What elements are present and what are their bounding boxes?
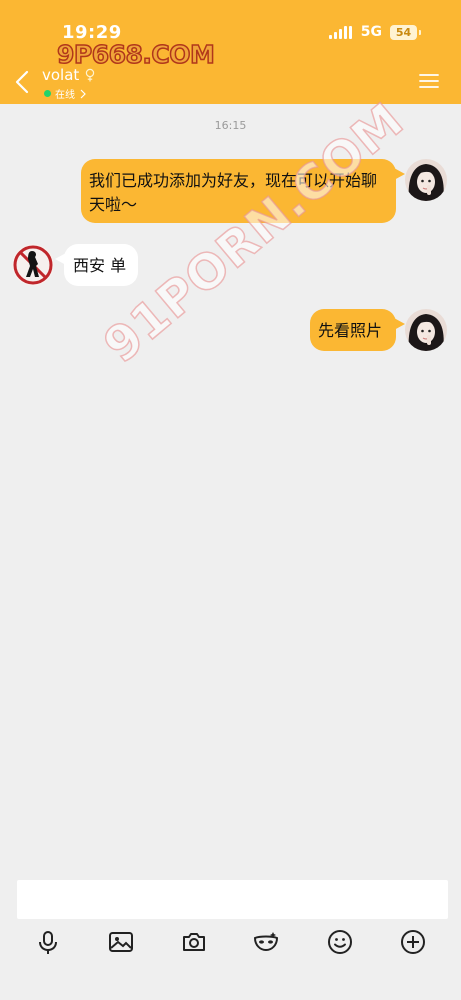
emoji-button[interactable] (326, 928, 354, 956)
chevron-right-icon (80, 89, 86, 98)
my-avatar[interactable] (405, 309, 447, 351)
message-input[interactable] (17, 880, 448, 919)
message-bubble-incoming[interactable]: 西安 单 (55, 244, 138, 286)
chat-header: 19:29 9P668.COM 5G 54 volat 在线 (0, 0, 461, 104)
online-label: 在线 (55, 90, 75, 101)
online-status[interactable]: 在线 (44, 86, 87, 101)
more-button[interactable] (399, 928, 427, 956)
emoji-icon (328, 930, 352, 954)
camera-icon (183, 933, 205, 951)
user-avatar-photo (405, 309, 447, 351)
mask-button[interactable] (252, 928, 280, 956)
watermark-top: 9P668.COM (56, 39, 215, 70)
contact-avatar[interactable] (12, 244, 54, 286)
message-bubble-outgoing[interactable]: 先看照片 (310, 309, 405, 351)
gender-icon (86, 68, 95, 82)
battery-icon: 54 (390, 24, 421, 40)
hamburger-icon (419, 74, 439, 88)
user-avatar-photo (405, 159, 447, 201)
back-button[interactable] (12, 69, 34, 95)
camera-button[interactable] (180, 928, 208, 956)
online-dot (44, 90, 51, 97)
image-icon (109, 932, 133, 952)
network-type: 5G (360, 24, 382, 40)
menu-button[interactable] (419, 73, 439, 89)
message-bubble-outgoing[interactable]: 我们已成功添加为好友，现在可以开始聊天啦～ (81, 159, 405, 223)
mask-icon (253, 932, 279, 952)
gallery-button[interactable] (107, 928, 135, 956)
voice-button[interactable] (34, 928, 62, 956)
status-icons: 5G 54 (328, 24, 421, 40)
battery-level: 54 (395, 25, 412, 39)
contact-name: volat (42, 66, 80, 84)
contact-name-row[interactable]: volat (42, 66, 96, 84)
my-avatar[interactable] (405, 159, 447, 201)
message-text: 先看照片 (318, 321, 383, 340)
chat-toolbar (0, 924, 461, 960)
plus-icon (401, 930, 425, 954)
contact-avatar-photo (12, 244, 54, 286)
signal-icon (328, 25, 353, 39)
message-text: 我们已成功添加为好友，现在可以开始聊天啦～ (89, 171, 378, 214)
message-text: 西安 单 (73, 256, 127, 275)
microphone-icon (39, 931, 57, 954)
chevron-left-icon (15, 70, 29, 94)
chat-timestamp: 16:15 (214, 119, 247, 132)
